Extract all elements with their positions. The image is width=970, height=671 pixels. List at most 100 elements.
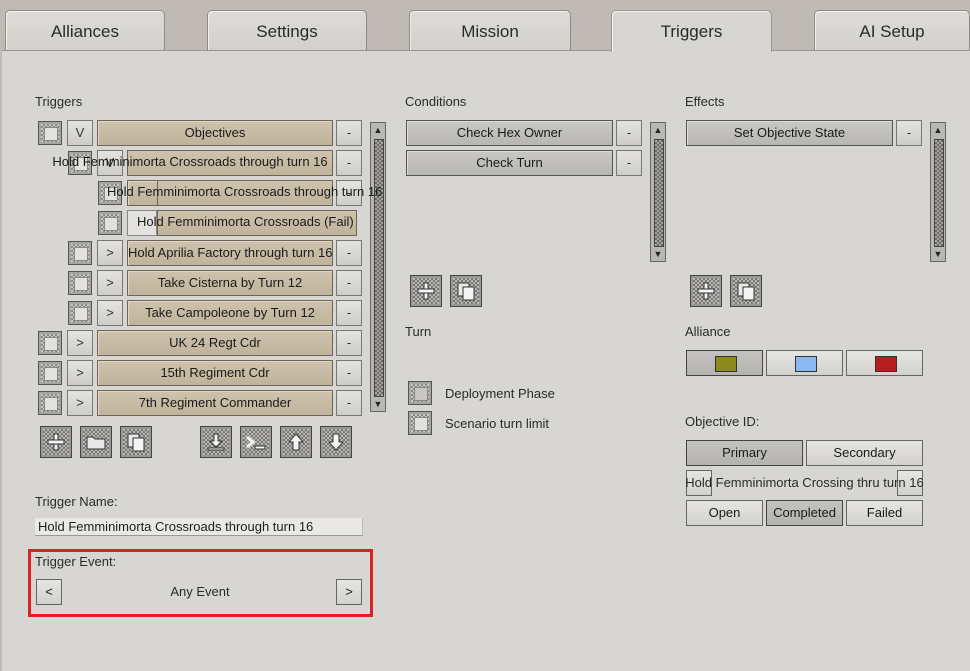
trigger-expander[interactable]: > <box>67 360 93 386</box>
primary-button[interactable]: Primary <box>686 440 803 466</box>
scroll-up-icon[interactable]: ▲ <box>932 124 944 136</box>
alliance-3-swatch <box>875 356 897 372</box>
arrow-up-icon <box>287 433 305 451</box>
effect-remove-button[interactable]: - <box>896 120 922 146</box>
tab-mission[interactable]: Mission <box>409 10 571 50</box>
trigger-checkbox[interactable] <box>38 121 62 145</box>
state-failed-button[interactable]: Failed <box>846 500 923 526</box>
scroll-down-icon[interactable]: ▼ <box>372 398 384 410</box>
turn-label: Turn <box>405 324 432 339</box>
trigger-checkbox[interactable] <box>38 391 62 415</box>
copy-icon <box>127 433 145 452</box>
triggers-heading: Triggers <box>35 94 83 109</box>
trigger-checkbox[interactable] <box>68 271 92 295</box>
alliance-2-swatch <box>795 356 817 372</box>
plus-icon <box>697 282 715 300</box>
alliance-1-button[interactable] <box>686 350 763 376</box>
console-icon <box>246 435 266 450</box>
condition-item[interactable]: Check Turn <box>406 150 613 176</box>
scroll-thumb[interactable] <box>654 139 664 247</box>
trigger-checkbox[interactable] <box>68 301 92 325</box>
copy-condition-button[interactable] <box>450 275 482 307</box>
trigger-expander[interactable]: > <box>97 240 123 266</box>
state-completed-button[interactable]: Completed <box>766 500 843 526</box>
trigger-item[interactable]: UK 24 Regt Cdr <box>97 330 333 356</box>
scroll-up-icon[interactable]: ▲ <box>652 124 664 136</box>
trigger-expander[interactable]: > <box>67 330 93 356</box>
console-button[interactable] <box>240 426 272 458</box>
add-condition-button[interactable] <box>410 275 442 307</box>
trigger-event-label: Trigger Event: <box>35 554 117 569</box>
effect-item[interactable]: Set Objective State <box>686 120 893 146</box>
scroll-down-icon[interactable]: ▼ <box>652 248 664 260</box>
trigger-checkbox[interactable] <box>98 211 122 235</box>
tab-triggers[interactable]: Triggers <box>611 10 772 52</box>
tab-settings[interactable]: Settings <box>207 10 367 50</box>
move-down-button[interactable] <box>320 426 352 458</box>
conditions-heading: Conditions <box>405 94 467 109</box>
trigger-checkbox[interactable] <box>38 361 62 385</box>
secondary-button[interactable]: Secondary <box>806 440 923 466</box>
trigger-event-next-button[interactable]: > <box>336 579 362 605</box>
tab-alliances[interactable]: Alliances <box>5 10 165 50</box>
trigger-expander[interactable]: > <box>97 300 123 326</box>
objective-id-label: Objective ID: <box>685 414 760 429</box>
condition-remove-button[interactable]: - <box>616 120 642 146</box>
trigger-remove-button[interactable]: - <box>336 360 362 386</box>
add-trigger-button[interactable] <box>40 426 72 458</box>
trigger-remove-button[interactable]: - <box>336 390 362 416</box>
scenario-turn-limit-label: Scenario turn limit <box>445 416 550 431</box>
trigger-expander[interactable]: > <box>67 390 93 416</box>
trigger-expander[interactable]: V <box>67 120 93 146</box>
condition-item[interactable]: Check Hex Owner <box>406 120 613 146</box>
condition-remove-button[interactable]: - <box>616 150 642 176</box>
trigger-remove-button[interactable]: - <box>336 120 362 146</box>
alliance-3-button[interactable] <box>846 350 923 376</box>
scenario-turn-limit-checkbox[interactable] <box>408 411 432 435</box>
trigger-expander[interactable]: > <box>97 270 123 296</box>
copy-effect-button[interactable] <box>730 275 762 307</box>
trigger-item[interactable]: 7th Regiment Commander <box>97 390 333 416</box>
trigger-remove-button[interactable]: - <box>336 150 362 176</box>
scroll-thumb[interactable] <box>374 139 384 397</box>
move-up-button[interactable] <box>280 426 312 458</box>
trigger-item[interactable]: Objectives <box>97 120 333 146</box>
trigger-event-prev-button[interactable]: < <box>36 579 62 605</box>
scroll-thumb[interactable] <box>934 139 944 247</box>
alliance-2-button[interactable] <box>766 350 843 376</box>
tab-ai-setup[interactable]: AI Setup <box>814 10 970 50</box>
trigger-item[interactable]: Hold Femminimorta Crossroads (Fail) <box>137 210 354 236</box>
trigger-item[interactable]: Hold Femminimorta Crossroads through tur… <box>107 180 382 206</box>
trigger-item[interactable]: Take Cisterna by Turn 12 <box>127 270 333 296</box>
import-button[interactable] <box>200 426 232 458</box>
scroll-down-icon[interactable]: ▼ <box>932 248 944 260</box>
add-effect-button[interactable] <box>690 275 722 307</box>
trigger-remove-button[interactable]: - <box>336 240 362 266</box>
alliance-1-swatch <box>715 356 737 372</box>
effects-heading: Effects <box>685 94 725 109</box>
copy-icon <box>457 282 475 301</box>
trigger-item[interactable]: Hold Aprilia Factory through turn 16 <box>127 240 333 266</box>
deployment-phase-checkbox[interactable] <box>408 381 432 405</box>
scroll-up-icon[interactable]: ▲ <box>372 124 384 136</box>
triggers-scrollbar[interactable]: ▲ ▼ <box>370 122 386 412</box>
copy-icon <box>737 282 755 301</box>
trigger-item[interactable]: 15th Regiment Cdr <box>97 360 333 386</box>
trigger-checkbox[interactable] <box>68 241 92 265</box>
conditions-scrollbar[interactable]: ▲ ▼ <box>650 122 666 262</box>
effects-scrollbar[interactable]: ▲ ▼ <box>930 122 946 262</box>
trigger-remove-button[interactable]: - <box>336 300 362 326</box>
copy-trigger-button[interactable] <box>120 426 152 458</box>
add-folder-button[interactable] <box>80 426 112 458</box>
trigger-name-input[interactable]: Hold Femminimorta Crossroads through tur… <box>35 518 363 536</box>
trigger-remove-button[interactable]: - <box>336 330 362 356</box>
trigger-item[interactable]: Hold Femminimorta Crossroads through tur… <box>52 150 333 176</box>
trigger-name-label: Trigger Name: <box>35 494 118 509</box>
trigger-remove-button[interactable]: - <box>336 270 362 296</box>
state-open-button[interactable]: Open <box>686 500 763 526</box>
alliance-label: Alliance <box>685 324 731 339</box>
trigger-checkbox[interactable] <box>38 331 62 355</box>
trigger-item[interactable]: Take Campoleone by Turn 12 <box>127 300 333 326</box>
plus-icon <box>47 433 65 451</box>
objective-name: Hold Femminimorta Crossing thru turn 16 <box>685 475 924 490</box>
